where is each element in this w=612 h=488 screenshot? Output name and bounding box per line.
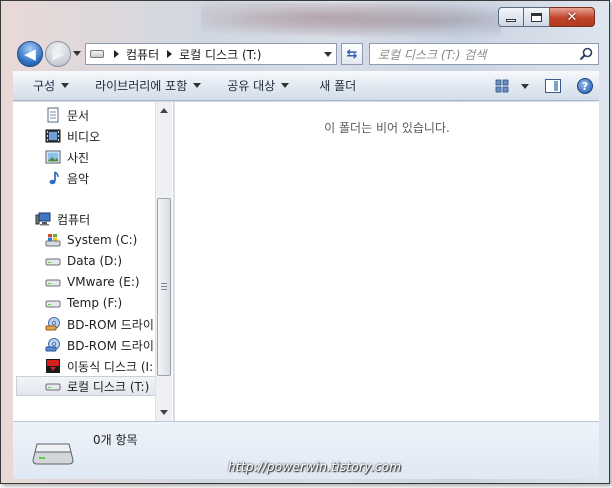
close-icon: ✕ — [566, 9, 578, 25]
nav-label-drive-c: System (C:) — [67, 233, 138, 247]
optical-drive-icon — [45, 338, 60, 352]
nav-label-documents: 문서 — [67, 108, 90, 123]
address-dropdown-icon[interactable] — [324, 52, 332, 57]
organize-button[interactable]: 구성 — [33, 77, 70, 94]
nav-item-bd-rom-1[interactable]: BD-ROM 드라이 — [45, 314, 173, 334]
nav-item-computer[interactable]: 컴퓨터 — [35, 209, 173, 229]
preview-pane-icon[interactable] — [545, 79, 561, 93]
new-folder-button[interactable]: 새 폴더 — [319, 77, 356, 94]
nav-item-videos[interactable]: 비디오 — [45, 126, 173, 146]
hard-drive-icon — [45, 383, 61, 391]
search-icon[interactable] — [579, 47, 593, 61]
search-input[interactable]: 로컬 디스크 (T:) 검색 — [378, 46, 486, 63]
nav-item-bd-rom-2[interactable]: BD-ROM 드라이 — [45, 335, 173, 355]
nav-item-music[interactable]: 음악 — [45, 168, 173, 188]
new-folder-label: 새 폴더 — [319, 79, 357, 93]
nav-pane-scrollbar[interactable] — [155, 102, 172, 421]
breadcrumb-computer[interactable]: 컴퓨터 — [126, 46, 159, 63]
include-in-library-label: 라이브러리에 포함 — [95, 79, 188, 93]
organize-label: 구성 — [33, 79, 56, 93]
grip-icon — [161, 283, 167, 290]
picture-icon — [45, 150, 61, 164]
nav-label-music: 음악 — [67, 171, 90, 186]
optical-drive-icon — [45, 317, 60, 331]
drive-icon — [90, 50, 104, 58]
nav-item-drive-t[interactable]: 로컬 디스크 (T:) — [16, 376, 166, 396]
nav-label-drive-f: Temp (F:) — [67, 296, 123, 310]
recent-pages-dropdown[interactable] — [73, 51, 81, 56]
scroll-down-icon[interactable] — [160, 410, 168, 415]
video-icon — [45, 129, 61, 143]
address-bar[interactable]: 컴퓨터 로컬 디스크 (T:) — [85, 43, 337, 65]
item-count: 0개 항목 — [93, 433, 138, 447]
help-icon[interactable]: ? — [577, 78, 593, 94]
chevron-down-icon — [61, 83, 70, 88]
navigation-pane: 문서 비디오 사진 음악 컴퓨터 System (C:) Data (D:) V… — [13, 102, 173, 421]
hard-drive-icon — [45, 300, 61, 308]
breadcrumb-local-disk[interactable]: 로컬 디스크 (T:) — [179, 46, 261, 63]
removable-disk-icon — [46, 359, 60, 373]
chevron-down-icon — [193, 83, 202, 88]
frame-background — [201, 3, 501, 39]
explorer-window: ✕ ◀ ▶ 컴퓨터 로컬 디스크 (T:) ⇆ 로컬 디스크 (T:) 검색 구… — [0, 0, 610, 484]
change-view-icon[interactable] — [495, 79, 509, 93]
share-with-button[interactable]: 공유 대상 — [227, 77, 290, 94]
command-bar: 구성 라이브러리에 포함 공유 대상 새 폴더 ? — [13, 71, 599, 101]
breadcrumb-chevron-icon[interactable] — [114, 50, 119, 58]
search-box[interactable]: 로컬 디스크 (T:) 검색 — [369, 43, 599, 65]
minimize-button[interactable] — [498, 7, 524, 27]
nav-label-computer: 컴퓨터 — [57, 212, 91, 227]
view-options-dropdown-icon[interactable] — [521, 83, 529, 89]
nav-item-drive-c[interactable]: System (C:) — [45, 230, 173, 250]
file-list[interactable]: 이 폴더는 비어 있습니다. — [174, 102, 599, 421]
hard-drive-icon — [45, 279, 61, 287]
empty-folder-message: 이 폴더는 비어 있습니다. — [324, 121, 450, 135]
minimize-icon — [506, 18, 516, 22]
nav-label-drive-d: Data (D:) — [67, 254, 123, 268]
system-drive-icon — [45, 234, 61, 247]
refresh-icon: ⇆ — [346, 46, 358, 62]
nav-label-bd-rom-2: BD-ROM 드라이 — [67, 338, 154, 353]
document-icon — [47, 107, 59, 123]
refresh-button[interactable]: ⇆ — [341, 43, 363, 65]
details-pane: 0개 항목 http://powerwin.tistory.com — [13, 421, 599, 479]
watermark-text: http://powerwin.tistory.com — [228, 460, 402, 474]
forward-button[interactable]: ▶ — [45, 41, 71, 67]
music-icon — [49, 171, 59, 185]
include-in-library-button[interactable]: 라이브러리에 포함 — [95, 77, 202, 94]
scroll-up-icon[interactable] — [160, 108, 168, 113]
nav-label-drive-e: VMware (E:) — [67, 275, 140, 289]
nav-label-pictures: 사진 — [67, 150, 90, 165]
nav-item-pictures[interactable]: 사진 — [45, 147, 173, 167]
nav-item-documents[interactable]: 문서 — [45, 105, 173, 125]
maximize-icon — [531, 12, 542, 22]
share-with-label: 공유 대상 — [227, 79, 276, 93]
hard-drive-icon — [45, 258, 61, 266]
nav-item-drive-e[interactable]: VMware (E:) — [45, 272, 173, 292]
breadcrumb-chevron-icon[interactable] — [167, 50, 173, 58]
toolbar-right: ? — [495, 71, 599, 101]
navigation-bar: ◀ ▶ 컴퓨터 로컬 디스크 (T:) ⇆ 로컬 디스크 (T:) 검색 — [17, 39, 599, 67]
nav-item-removable-disk[interactable]: 이동식 디스크 (I: — [45, 356, 173, 376]
back-arrow-icon: ◀ — [24, 44, 36, 63]
scroll-thumb[interactable] — [157, 198, 171, 376]
computer-icon — [35, 212, 51, 226]
nav-label-removable-disk: 이동식 디스크 (I: — [67, 359, 154, 374]
nav-label-drive-t: 로컬 디스크 (T:) — [67, 379, 150, 394]
nav-label-videos: 비디오 — [67, 129, 101, 144]
back-button[interactable]: ◀ — [17, 41, 43, 67]
chevron-down-icon — [281, 83, 290, 88]
nav-label-bd-rom-1: BD-ROM 드라이 — [67, 317, 154, 332]
maximize-button[interactable] — [524, 7, 550, 27]
close-button[interactable]: ✕ — [550, 7, 595, 27]
caption-buttons: ✕ — [498, 7, 595, 27]
nav-item-drive-d[interactable]: Data (D:) — [45, 251, 173, 271]
forward-arrow-icon: ▶ — [52, 44, 64, 63]
large-drive-icon — [32, 443, 74, 465]
nav-item-drive-f[interactable]: Temp (F:) — [45, 293, 173, 313]
